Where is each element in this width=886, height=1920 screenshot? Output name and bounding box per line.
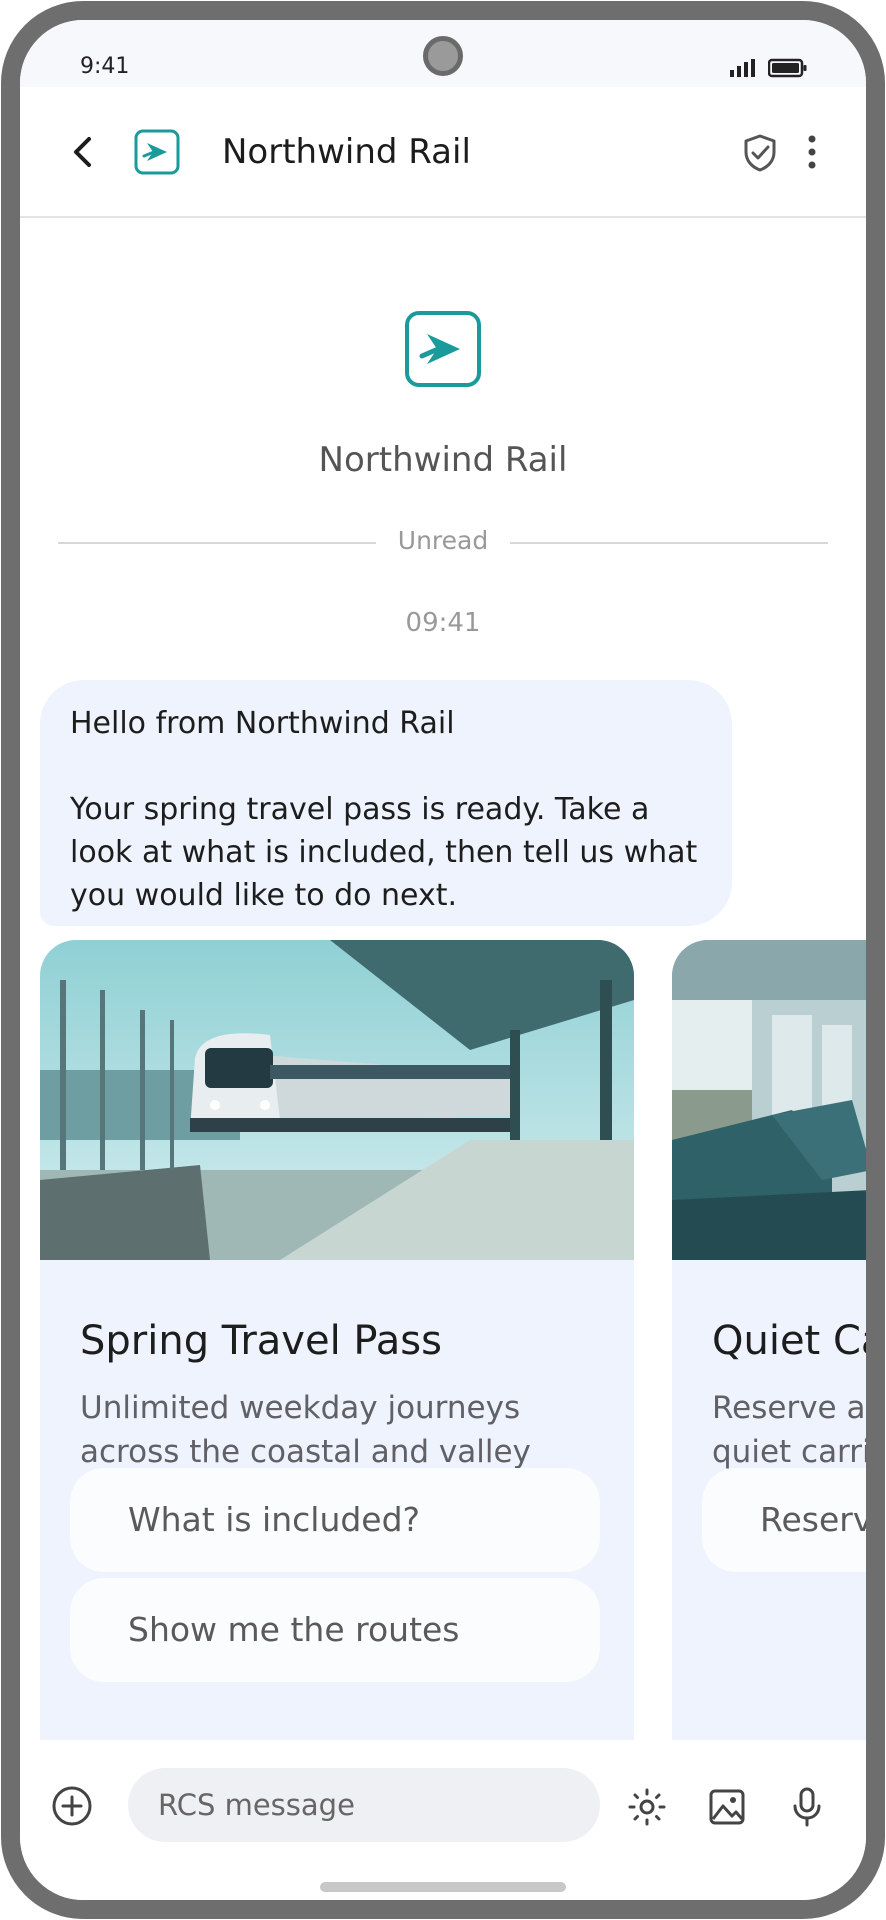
conversation-title: Northwind Rail [222,132,471,172]
suggestion-chip-what-included[interactable]: What is included? [70,1468,600,1572]
app-bar: Northwind Rail [20,87,866,218]
add-attachment-icon[interactable] [50,1784,94,1828]
unread-label: Unread [397,526,489,555]
brand-logo-icon [134,129,180,175]
message-composer [20,1750,866,1900]
microphone-icon[interactable] [786,1786,828,1828]
front-camera [423,36,463,76]
brand-name: Northwind Rail [318,440,568,480]
status-icons [730,58,808,78]
incoming-message-bubble: Hello from Northwind Rail Your spring tr… [40,680,732,926]
battery-icon [768,58,807,78]
message-input[interactable] [128,1768,600,1842]
screen: 9:41 Northwind Rail Northwind Rail Unrea… [20,20,866,1900]
suggestion-chip-show-routes[interactable]: Show me the routes [70,1578,600,1682]
status-time: 9:41 [80,54,130,79]
more-options-icon[interactable] [802,132,822,172]
message-timestamp: 09:41 [405,608,481,638]
gallery-image-icon[interactable] [706,1786,748,1828]
rich-card-spring-pass[interactable]: Spring Travel Pass Unlimited weekday jou… [40,940,634,1740]
signal-icon [730,59,755,77]
magic-compose-icon[interactable] [626,1786,668,1828]
card-title: Quiet Ca [712,1318,885,1364]
back-arrow-icon[interactable] [58,127,108,177]
status-bar: 9:41 [20,20,866,87]
train-interior-image [672,940,866,1260]
home-indicator[interactable] [320,1882,566,1892]
verified-shield-icon[interactable] [742,133,778,173]
message-greeting: Hello from Northwind Rail [70,706,455,741]
suggestion-chip-reserve[interactable]: Reserv [702,1468,866,1572]
card-title: Spring Travel Pass [80,1318,442,1364]
brand-logo-large-icon [405,311,481,387]
rich-card-quiet-carriage[interactable]: Quiet Ca Reserve a quiet carri when you … [672,940,885,1740]
train-platform-image [40,940,634,1260]
phone-frame: 9:41 Northwind Rail Northwind Rail Unrea… [1,1,885,1919]
message-body: Your spring travel pass is ready. Take a… [70,792,698,913]
unread-divider: Unread [58,524,828,560]
